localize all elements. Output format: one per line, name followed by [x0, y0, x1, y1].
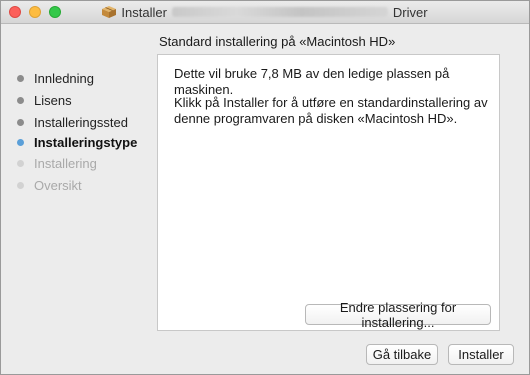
step-dot-icon — [17, 96, 24, 104]
step-dot-icon — [17, 159, 24, 167]
sidebar-step-label: Lisens — [34, 92, 72, 108]
sidebar-step-label: Installeringssted — [34, 114, 128, 130]
step-dot-icon — [17, 118, 24, 126]
sidebar-step-label: Installering — [34, 155, 97, 171]
window-title: Installer Driver — [1, 1, 529, 23]
sidebar-step-summary: Oversikt — [17, 177, 82, 193]
window-title-suffix: Driver — [392, 4, 428, 20]
title-bar[interactable]: Installer Driver — [1, 1, 529, 24]
install-instructions-text: Klikk på Installer for å utføre en stand… — [174, 95, 488, 126]
sidebar-step-installation: Installering — [17, 155, 97, 171]
package-icon — [102, 6, 117, 18]
redacted-product-name — [171, 7, 388, 17]
page-title: Standard installering på «Macintosh HD» — [159, 34, 396, 49]
change-install-location-button[interactable]: Endre plassering for installering... — [305, 300, 491, 330]
sidebar-step-label: Innledning — [34, 70, 94, 86]
installer-window: Installer Driver Standard installering p… — [0, 0, 530, 375]
go-back-button[interactable]: Gå tilbake — [366, 344, 438, 365]
sidebar-step-installation-type: Installeringstype — [17, 134, 137, 150]
sidebar-step-label: Installeringstype — [34, 134, 138, 150]
window-title-prefix: Installer — [121, 4, 167, 20]
disk-usage-text: Dette vil bruke 7,8 MB av den ledige pla… — [174, 66, 450, 97]
install-button[interactable]: Installer — [448, 344, 514, 365]
step-dot-icon — [17, 74, 24, 82]
step-dot-icon — [17, 138, 24, 146]
sidebar-step-label: Oversikt — [34, 177, 82, 193]
content-panel: Dette vil bruke 7,8 MB av den ledige pla… — [157, 54, 500, 331]
step-dot-icon — [17, 181, 24, 189]
sidebar-step-license: Lisens — [17, 92, 72, 108]
sidebar-step-destination: Installeringssted — [17, 114, 128, 130]
sidebar-step-introduction: Innledning — [17, 70, 94, 86]
